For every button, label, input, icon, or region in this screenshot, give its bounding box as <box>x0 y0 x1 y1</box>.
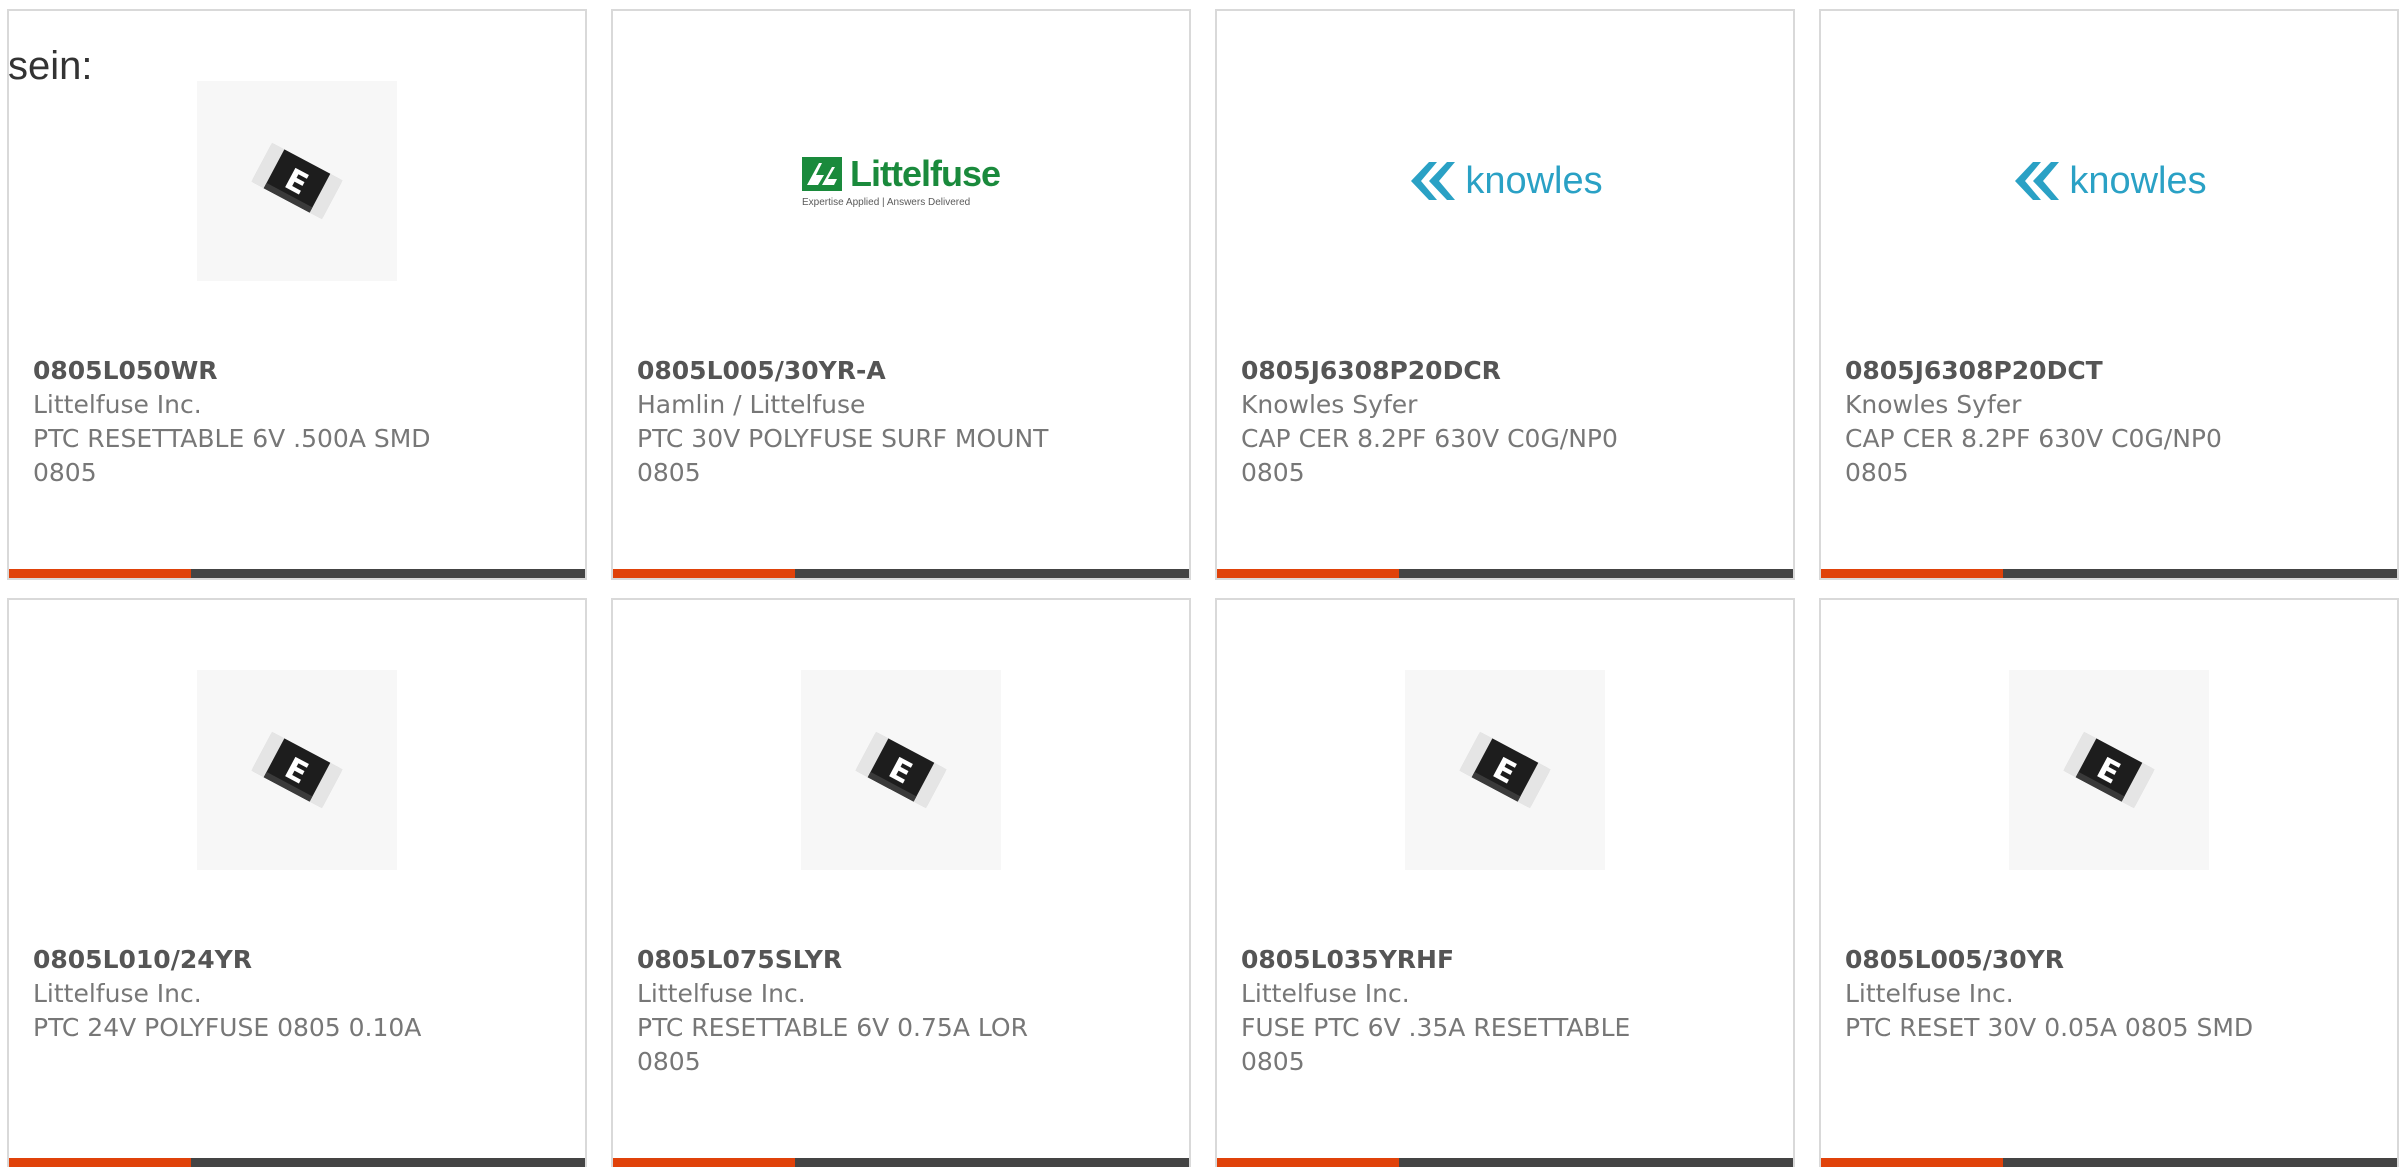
ptc-fuse-chip-icon[interactable]: E <box>1405 670 1605 870</box>
progress-fill <box>613 1158 796 1167</box>
part-number-link[interactable]: 0805L005/30YR <box>1845 943 2387 977</box>
product-info: 0805J6308P20DCR Knowles Syfer CAP CER 8.… <box>1241 354 1783 490</box>
product-card[interactable]: E 0805L035YRHF Littelfuse Inc. FUSE PTC … <box>1215 598 1795 1167</box>
product-info: 0805L050WR Littelfuse Inc. PTC RESETTABL… <box>33 354 575 490</box>
knowles-logo-text: knowles <box>2069 159 2207 202</box>
description: PTC RESET 30V 0.05A 0805 SMD <box>1845 1013 2254 1042</box>
progress-fill <box>9 1158 192 1167</box>
product-info: 0805L005/30YR-A Hamlin / Littelfuse PTC … <box>637 354 1179 490</box>
product-card[interactable]: Littelfuse Expertise Applied | Answers D… <box>611 9 1191 580</box>
ptc-fuse-chip-icon[interactable]: E <box>197 81 397 281</box>
manufacturer: Littelfuse Inc. <box>637 979 806 1008</box>
knowles-logo[interactable]: knowles <box>1405 81 1605 281</box>
product-info: 0805L035YRHF Littelfuse Inc. FUSE PTC 6V… <box>1241 943 1783 1079</box>
progress-bar <box>1217 569 1793 578</box>
part-number-link[interactable]: 0805L005/30YR-A <box>637 354 1179 388</box>
ptc-fuse-chip-icon[interactable]: E <box>2009 670 2209 870</box>
manufacturer: Hamlin / Littelfuse <box>637 390 866 419</box>
progress-bar <box>9 1158 585 1167</box>
manufacturer: Knowles Syfer <box>1241 390 1418 419</box>
progress-fill <box>613 569 796 578</box>
product-card[interactable]: knowles 0805J6308P20DCT Knowles Syfer CA… <box>1819 9 2399 580</box>
product-info: 0805L075SLYR Littelfuse Inc. PTC RESETTA… <box>637 943 1179 1079</box>
intro-text: sein: <box>8 44 93 88</box>
progress-bar <box>1217 1158 1793 1167</box>
part-number-link[interactable]: 0805L050WR <box>33 354 575 388</box>
product-grid: E 0805L050WR Littelfuse Inc. PTC RESETTA… <box>7 9 2399 1167</box>
description: PTC RESETTABLE 6V 0.75A LOR 0805 <box>637 1013 1028 1076</box>
progress-bar <box>613 569 1189 578</box>
progress-fill <box>1217 569 1400 578</box>
product-card[interactable]: E 0805L075SLYR Littelfuse Inc. PTC RESET… <box>611 598 1191 1167</box>
description: PTC RESETTABLE 6V .500A SMD 0805 <box>33 424 431 487</box>
description: FUSE PTC 6V .35A RESETTABLE 0805 <box>1241 1013 1631 1076</box>
part-number-link[interactable]: 0805J6308P20DCR <box>1241 354 1783 388</box>
product-card[interactable]: E 0805L010/24YR Littelfuse Inc. PTC 24V … <box>7 598 587 1167</box>
knowles-chevron-icon <box>1411 162 1456 200</box>
knowles-logo[interactable]: knowles <box>2009 81 2209 281</box>
knowles-logo-text: knowles <box>1465 159 1603 202</box>
littelfuse-mark-icon <box>801 157 842 191</box>
part-number-link[interactable]: 0805L035YRHF <box>1241 943 1783 977</box>
part-number-link[interactable]: 0805L075SLYR <box>637 943 1179 977</box>
littelfuse-logo-text: Littelfuse <box>849 153 1001 194</box>
product-card[interactable]: E 0805L050WR Littelfuse Inc. PTC RESETTA… <box>7 9 587 580</box>
part-number-link[interactable]: 0805J6308P20DCT <box>1845 354 2387 388</box>
littelfuse-tagline: Expertise Applied | Answers Delivered <box>801 197 971 208</box>
manufacturer: Littelfuse Inc. <box>33 390 202 419</box>
ptc-fuse-chip-icon[interactable]: E <box>801 670 1001 870</box>
product-card[interactable]: knowles 0805J6308P20DCR Knowles Syfer CA… <box>1215 9 1795 580</box>
progress-bar <box>9 569 585 578</box>
progress-fill <box>1821 569 2004 578</box>
manufacturer: Littelfuse Inc. <box>1241 979 1410 1008</box>
progress-fill <box>1821 1158 2004 1167</box>
product-info: 0805L010/24YR Littelfuse Inc. PTC 24V PO… <box>33 943 575 1045</box>
product-card[interactable]: E 0805L005/30YR Littelfuse Inc. PTC RESE… <box>1819 598 2399 1167</box>
manufacturer: Littelfuse Inc. <box>33 979 202 1008</box>
knowles-chevron-icon <box>2015 162 2060 200</box>
description: CAP CER 8.2PF 630V C0G/NP0 0805 <box>1241 424 1618 487</box>
manufacturer: Knowles Syfer <box>1845 390 2022 419</box>
progress-bar <box>1821 1158 2397 1167</box>
progress-bar <box>1821 569 2397 578</box>
littelfuse-logo[interactable]: Littelfuse Expertise Applied | Answers D… <box>801 81 1001 281</box>
progress-fill <box>1217 1158 1400 1167</box>
progress-bar <box>613 1158 1189 1167</box>
part-number-link[interactable]: 0805L010/24YR <box>33 943 575 977</box>
product-info: 0805L005/30YR Littelfuse Inc. PTC RESET … <box>1845 943 2387 1045</box>
product-info: 0805J6308P20DCT Knowles Syfer CAP CER 8.… <box>1845 354 2387 490</box>
progress-fill <box>9 569 192 578</box>
manufacturer: Littelfuse Inc. <box>1845 979 2014 1008</box>
description: PTC 24V POLYFUSE 0805 0.10A <box>33 1013 422 1042</box>
description: CAP CER 8.2PF 630V C0G/NP0 0805 <box>1845 424 2222 487</box>
ptc-fuse-chip-icon[interactable]: E <box>197 670 397 870</box>
description: PTC 30V POLYFUSE SURF MOUNT 0805 <box>637 424 1049 487</box>
